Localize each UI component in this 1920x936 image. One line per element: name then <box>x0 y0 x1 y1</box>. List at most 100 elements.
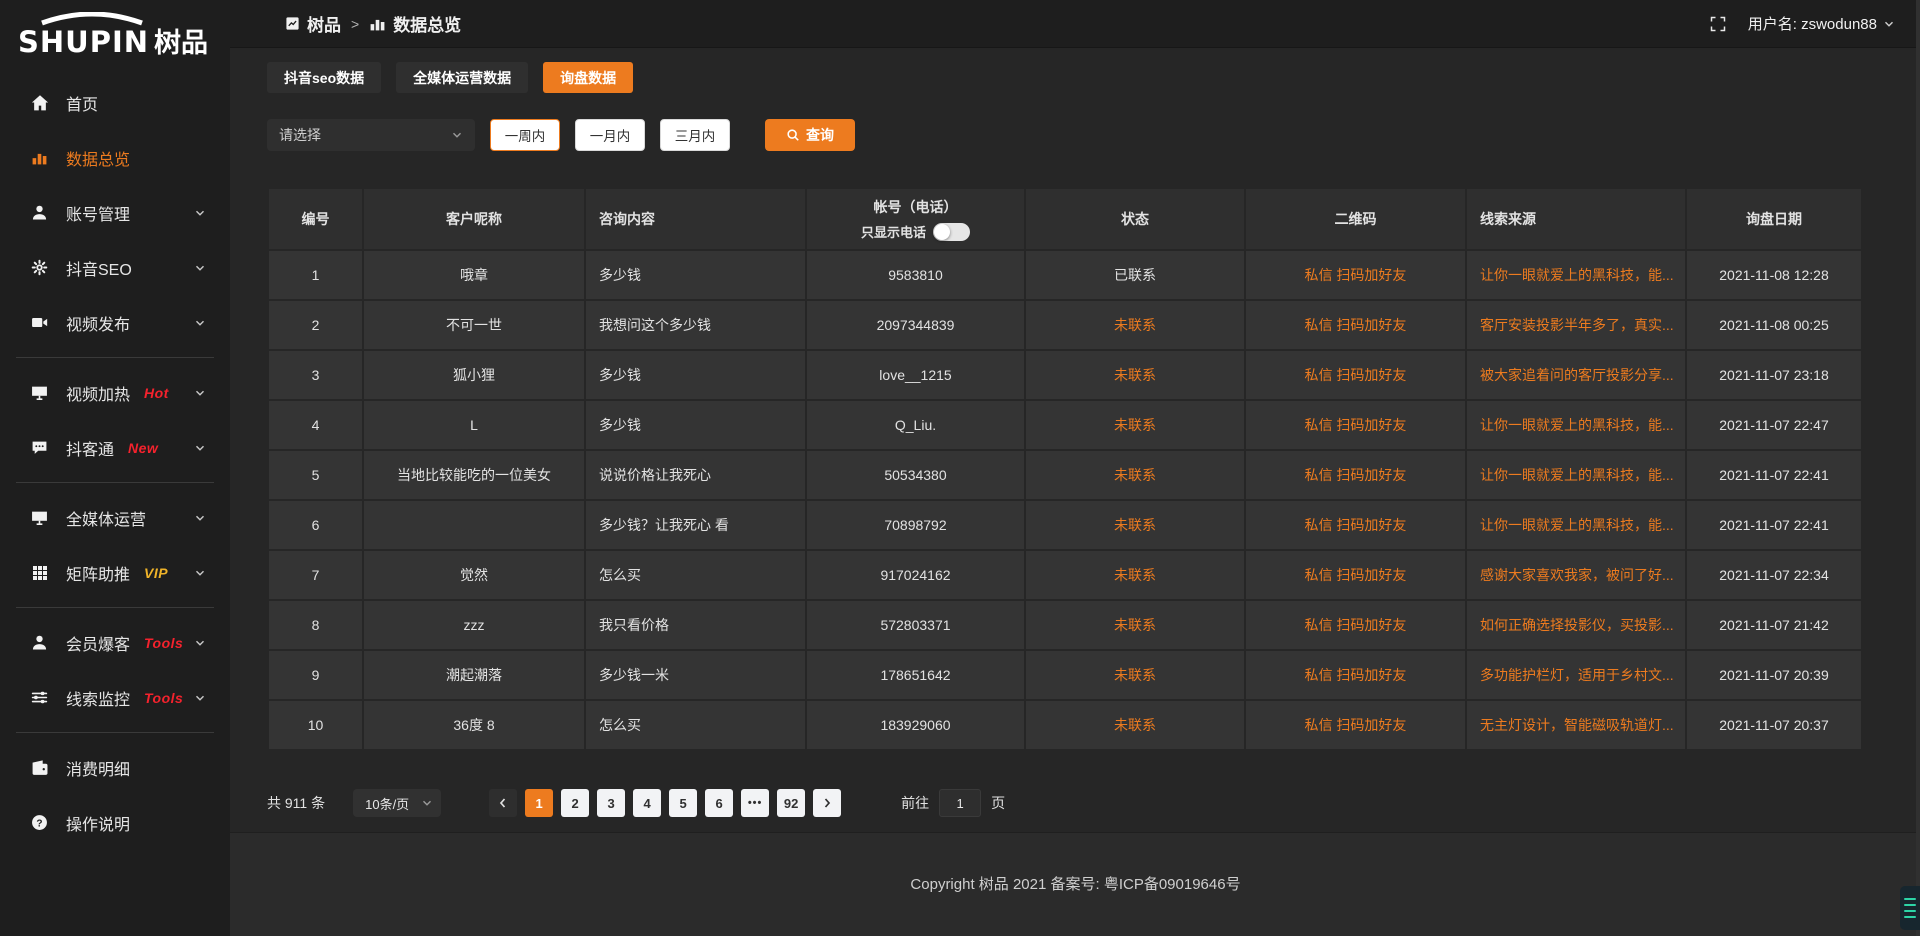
fullscreen-icon[interactable] <box>1710 16 1726 32</box>
qr-link[interactable]: 私信 扫码加好友 <box>1245 400 1466 450</box>
sidebar-item-0[interactable]: 首页 <box>0 75 230 130</box>
qr-link[interactable]: 私信 扫码加好友 <box>1245 600 1466 650</box>
sidebar-item-label: 消费明细 <box>66 756 130 780</box>
page-button-92[interactable]: 92 <box>777 789 805 817</box>
column-header: 线索来源 <box>1466 188 1686 250</box>
qr-link[interactable]: 私信 扫码加好友 <box>1245 250 1466 300</box>
cell-id: 3 <box>268 350 363 400</box>
page-button-1[interactable]: 1 <box>525 789 553 817</box>
chevron-down-icon <box>194 567 206 579</box>
sidebar-item-label: 线索监控 <box>66 686 130 710</box>
cell-date: 2021-11-07 20:39 <box>1686 650 1862 700</box>
column-header: 编号 <box>268 188 363 250</box>
cell-id: 6 <box>268 500 363 550</box>
source-link[interactable]: 如何正确选择投影仪，买投影... <box>1466 600 1686 650</box>
qr-link[interactable]: 私信 扫码加好友 <box>1245 450 1466 500</box>
source-link[interactable]: 让你一眼就爱上的黑科技，能... <box>1466 400 1686 450</box>
source-link[interactable]: 让你一眼就爱上的黑科技，能... <box>1466 500 1686 550</box>
brand-logo[interactable]: SHUPIN 树品 <box>0 0 230 69</box>
copyright-label: Copyright 树品 2021 备案号: 粤ICP备09019646号 <box>910 873 1240 936</box>
chevron-down-icon <box>451 129 463 141</box>
qr-link[interactable]: 私信 扫码加好友 <box>1245 350 1466 400</box>
qr-link[interactable]: 私信 扫码加好友 <box>1245 700 1466 750</box>
page-buttons: 123456 ••• 92 <box>525 789 813 817</box>
sidebar-badge: Tools <box>144 690 183 706</box>
next-page-button[interactable] <box>813 789 841 817</box>
cell-content: 多少钱一米 <box>585 650 806 700</box>
range-button-1[interactable]: 一月内 <box>575 119 645 151</box>
status-badge: 未联系 <box>1025 350 1245 400</box>
qr-link[interactable]: 私信 扫码加好友 <box>1245 550 1466 600</box>
sidebar-item-label: 会员爆客 <box>66 631 130 655</box>
sidebar-item-2[interactable]: 账号管理 <box>0 185 230 240</box>
cell-content: 我只看价格 <box>585 600 806 650</box>
breadcrumb-item[interactable]: 数据总览 <box>369 11 461 36</box>
source-link[interactable]: 被大家追着问的客厅投影分享... <box>1466 350 1686 400</box>
user-icon <box>30 203 49 222</box>
breadcrumb-item[interactable]: 树品 <box>285 11 341 36</box>
topbar-right: 用户名: zswodun88 <box>1710 13 1895 34</box>
source-link[interactable]: 客厅安装投影半年多了，真实... <box>1466 300 1686 350</box>
source-link[interactable]: 感谢大家喜欢我家，被问了好... <box>1466 550 1686 600</box>
column-header: 状态 <box>1025 188 1245 250</box>
page-button-4[interactable]: 4 <box>633 789 661 817</box>
tab-2[interactable]: 询盘数据 <box>543 62 633 93</box>
sidebar-item-12[interactable]: ?操作说明 <box>0 795 230 850</box>
chevron-down-icon <box>194 512 206 524</box>
filter-bar: 请选择 一周内一月内三月内 查询 <box>267 119 1863 151</box>
phone-only-toggle[interactable] <box>933 223 970 241</box>
source-link[interactable]: 让你一眼就爱上的黑科技，能... <box>1466 250 1686 300</box>
qr-link[interactable]: 私信 扫码加好友 <box>1245 650 1466 700</box>
table-row: 2不可一世我想问这个多少钱2097344839未联系私信 扫码加好友客厅安装投影… <box>268 300 1862 350</box>
tab-bar: 抖音seo数据全媒体运营数据询盘数据 <box>267 62 1863 93</box>
account-select[interactable]: 请选择 <box>267 119 475 151</box>
sidebar-item-8[interactable]: 矩阵助推VIP <box>0 545 230 600</box>
page-size-select[interactable]: 10条/页 <box>353 789 441 817</box>
main-area: 树品>数据总览 用户名: zswodun88 抖音seo数据全媒体运营数据询盘数… <box>230 0 1920 936</box>
user-menu[interactable]: 用户名: zswodun88 <box>1748 13 1895 34</box>
page-button-5[interactable]: 5 <box>669 789 697 817</box>
page-button-2[interactable]: 2 <box>561 789 589 817</box>
qr-link[interactable]: 私信 扫码加好友 <box>1245 300 1466 350</box>
sidebar-item-7[interactable]: 全媒体运营 <box>0 490 230 545</box>
scrollbar-track[interactable] <box>1916 0 1920 936</box>
range-button-0[interactable]: 一周内 <box>490 119 560 151</box>
sidebar-item-6[interactable]: 抖客通New <box>0 420 230 475</box>
page-ellipsis-button[interactable]: ••• <box>741 789 769 817</box>
cell-content: 怎么买 <box>585 550 806 600</box>
source-link[interactable]: 无主灯设计，智能磁吸轨道灯... <box>1466 700 1686 750</box>
cell-content: 我想问这个多少钱 <box>585 300 806 350</box>
cell-nickname: 潮起潮落 <box>363 650 585 700</box>
sidebar-item-3[interactable]: 抖音SEO <box>0 240 230 295</box>
side-helper-widget[interactable] <box>1900 886 1920 930</box>
table-header-row: 编号客户呢称咨询内容帐号（电话）只显示电话状态二维码线索来源询盘日期 <box>268 188 1862 250</box>
source-link[interactable]: 多功能护栏灯，适用于乡村文... <box>1466 650 1686 700</box>
sidebar-badge: Hot <box>144 385 169 401</box>
source-link[interactable]: 让你一眼就爱上的黑科技，能... <box>1466 450 1686 500</box>
tab-1[interactable]: 全媒体运营数据 <box>396 62 528 93</box>
qr-link[interactable]: 私信 扫码加好友 <box>1245 500 1466 550</box>
goto-page-input[interactable] <box>939 789 981 817</box>
app: SHUPIN 树品 首页数据总览账号管理抖音SEO视频发布视频加热Hot抖客通N… <box>0 0 1920 936</box>
sidebar-item-1[interactable]: 数据总览 <box>0 130 230 185</box>
column-header: 二维码 <box>1245 188 1466 250</box>
tab-0[interactable]: 抖音seo数据 <box>267 62 381 93</box>
sidebar-badge: Tools <box>144 635 183 651</box>
sidebar-item-9[interactable]: 会员爆客 Tools <box>0 615 230 670</box>
search-button[interactable]: 查询 <box>765 119 855 151</box>
sidebar-item-label: 首页 <box>66 91 98 115</box>
cell-date: 2021-11-08 00:25 <box>1686 300 1862 350</box>
username-label: 用户名: zswodun88 <box>1748 13 1877 34</box>
cell-content: 怎么买 <box>585 700 806 750</box>
prev-page-button[interactable] <box>489 789 517 817</box>
page-button-6[interactable]: 6 <box>705 789 733 817</box>
cell-nickname: 狐小狸 <box>363 350 585 400</box>
range-button-2[interactable]: 三月内 <box>660 119 730 151</box>
sidebar-item-11[interactable]: 消费明细 <box>0 740 230 795</box>
sidebar-item-5[interactable]: 视频加热Hot <box>0 365 230 420</box>
page-button-3[interactable]: 3 <box>597 789 625 817</box>
report-icon <box>285 16 300 31</box>
chevron-down-icon <box>421 797 433 809</box>
sidebar-item-10[interactable]: 线索监控 Tools <box>0 670 230 725</box>
sidebar-item-4[interactable]: 视频发布 <box>0 295 230 350</box>
